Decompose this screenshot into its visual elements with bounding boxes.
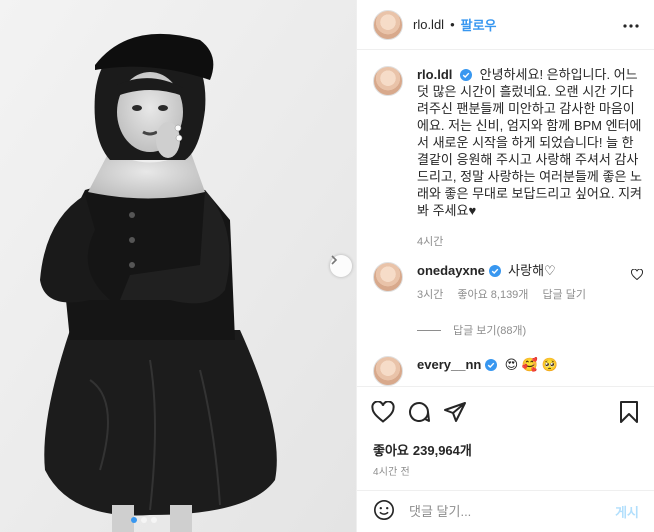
comment-meta: 3시간 좋아요 8,139개 답글 달기 [417,286,629,304]
post-comment-button[interactable]: 게시 [615,502,639,521]
paper-plane-icon [444,401,466,422]
post-header: rlo.ldl • 팔로우 [357,0,654,50]
commenter-avatar[interactable] [373,262,403,292]
comment-time: 3시간 [417,289,444,301]
instagram-post: rlo.ldl • 팔로우 rlo.ldl 안녕하세요! 은하입니다. 어느덧 … [0,0,654,532]
commenter-avatar[interactable] [373,356,403,386]
chevron-right-icon [331,255,338,265]
caption-text: 안녕하세요! 은하입니다. 어느덧 많은 시간이 흘렀네요. 오랜 시간 기다려… [417,67,642,218]
carousel-indicator [131,517,157,523]
bookmark-icon [620,400,638,423]
author-username[interactable]: rlo.ldl [413,17,444,32]
commenter-username[interactable]: every__nn [417,357,481,372]
verified-badge-icon [488,265,501,277]
separator-dot: • [450,17,455,32]
carousel-dot [131,517,137,523]
emoji-button[interactable] [373,499,395,524]
carousel-next-button[interactable] [330,255,352,277]
post-photo[interactable] [0,0,356,532]
author-avatar[interactable] [373,9,403,40]
likes-number: 239,964개 [412,443,472,458]
like-button[interactable] [365,394,401,430]
comment-input[interactable] [409,504,616,519]
verified-badge-icon [484,359,497,371]
comment-button[interactable] [401,394,437,430]
likes-count[interactable]: 좋아요 239,964개 [373,440,472,459]
reply-button[interactable]: 답글 달기 [542,286,586,304]
add-comment-bar: 게시 [357,490,654,532]
comment-item: every__nn 😍 🥰 🥺 [373,356,643,386]
comment-likes[interactable]: 좋아요 8,139개 [457,286,528,304]
post-timestamp: 4시간 전 [373,467,410,478]
caption-author-avatar[interactable] [373,66,403,96]
share-button[interactable] [437,394,473,430]
comment-body: every__nn 😍 🥰 🥺 [417,356,629,386]
carousel-dot [141,517,147,523]
caption-author-username[interactable]: rlo.ldl [417,67,452,82]
post-image [0,0,356,532]
more-options-button[interactable] [623,16,639,31]
divider-line [417,329,441,331]
save-button[interactable] [611,394,647,430]
view-replies-label: 답글 보기(88개) [453,325,527,337]
comment-emoji: 🥰 [521,357,538,372]
heart-icon [371,400,395,423]
follow-button[interactable]: 팔로우 [461,15,497,34]
action-bar [357,386,654,436]
verified-badge-icon [460,69,473,81]
commenter-username[interactable]: onedayxne [417,263,485,278]
carousel-dot [151,517,157,523]
likes-label: 좋아요 [373,443,409,458]
comment-icon [409,401,430,422]
comment-like-button[interactable] [630,268,644,283]
caption-timestamp: 4시간 [417,236,444,248]
view-replies-button[interactable]: 답글 보기(88개) [417,322,526,338]
more-horizontal-icon [623,24,639,28]
caption-text-block: rlo.ldl 안녕하세요! 은하입니다. 어느덧 많은 시간이 흘렀네요. 오… [417,66,643,219]
smiley-icon [374,500,394,520]
comment-emoji: 😍 [504,357,519,372]
post-side-panel: rlo.ldl • 팔로우 rlo.ldl 안녕하세요! 은하입니다. 어느덧 … [356,0,654,532]
comment-emoji: 🥺 [541,357,558,372]
comment-body: onedayxne 사랑해♡ 3시간 좋아요 8,139개 답글 달기 [417,262,629,304]
heart-icon [630,268,644,281]
comment-item: onedayxne 사랑해♡ 3시간 좋아요 8,139개 답글 달기 [373,262,644,304]
comment-text: 사랑해♡ [508,263,556,278]
post-caption: rlo.ldl 안녕하세요! 은하입니다. 어느덧 많은 시간이 흘렀네요. 오… [373,66,643,219]
